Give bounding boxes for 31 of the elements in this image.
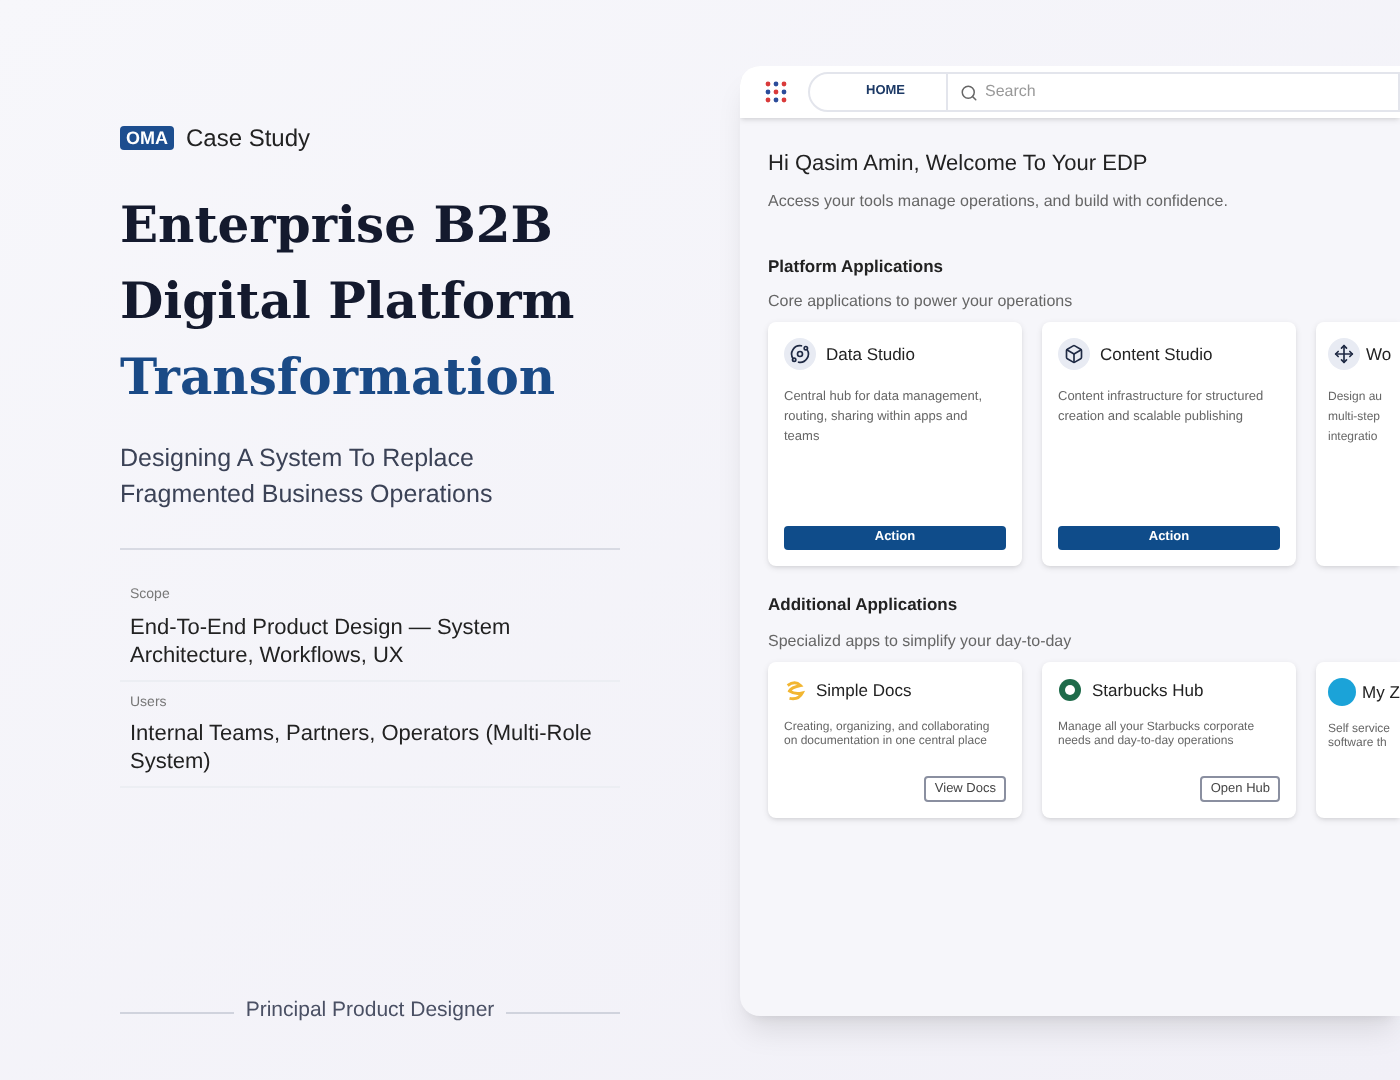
network-icon xyxy=(784,338,816,371)
greeting: Hi Qasim Amin, Welcome To Your EDP xyxy=(768,150,1150,180)
card-title: Data Studio xyxy=(826,341,915,368)
emblem-icon xyxy=(1058,678,1082,703)
swirl-icon xyxy=(784,679,806,702)
circle-logo-icon xyxy=(1328,678,1356,706)
section-subtitle: Specializd apps to simplify your day-to-day xyxy=(768,630,1074,654)
card-title: My Z xyxy=(1362,679,1400,705)
detail-value: Internal Teams, Partners, Operators (Multi-Role System) xyxy=(130,720,594,776)
app-grid-icon[interactable] xyxy=(764,80,788,104)
card-title: Wo xyxy=(1366,341,1392,368)
role-label: Principal Product Designer xyxy=(245,996,495,1027)
case-study-label: Case Study xyxy=(186,122,311,156)
section-title: Additional Applications xyxy=(768,592,960,618)
page-title: Transformation xyxy=(120,346,558,410)
search-icon xyxy=(959,83,977,101)
page-title: Enterprise B2B xyxy=(120,194,555,258)
search-field[interactable]: Search xyxy=(945,74,1398,110)
brand-logo: OMA xyxy=(120,126,174,150)
card-title: Simple Docs xyxy=(816,678,912,704)
search-input[interactable]: Search xyxy=(985,80,1398,104)
subtitle: Designing A System To Replace Fragmented Business Operations xyxy=(120,442,495,512)
card-title: Content Studio xyxy=(1100,341,1213,368)
tagline: Access your tools manage operations, and build with confidence. xyxy=(768,189,1230,213)
move-icon xyxy=(1328,338,1360,371)
page-title: Digital Platform xyxy=(120,270,577,334)
card-title: Starbucks Hub xyxy=(1092,678,1204,704)
section-subtitle: Core applications to power your operations xyxy=(768,290,1075,315)
cube-icon xyxy=(1058,338,1090,371)
section-title: Platform Applications xyxy=(768,253,946,279)
detail-value: End-To-End Product Design — System Architecture, Workflows, UX xyxy=(130,613,513,669)
